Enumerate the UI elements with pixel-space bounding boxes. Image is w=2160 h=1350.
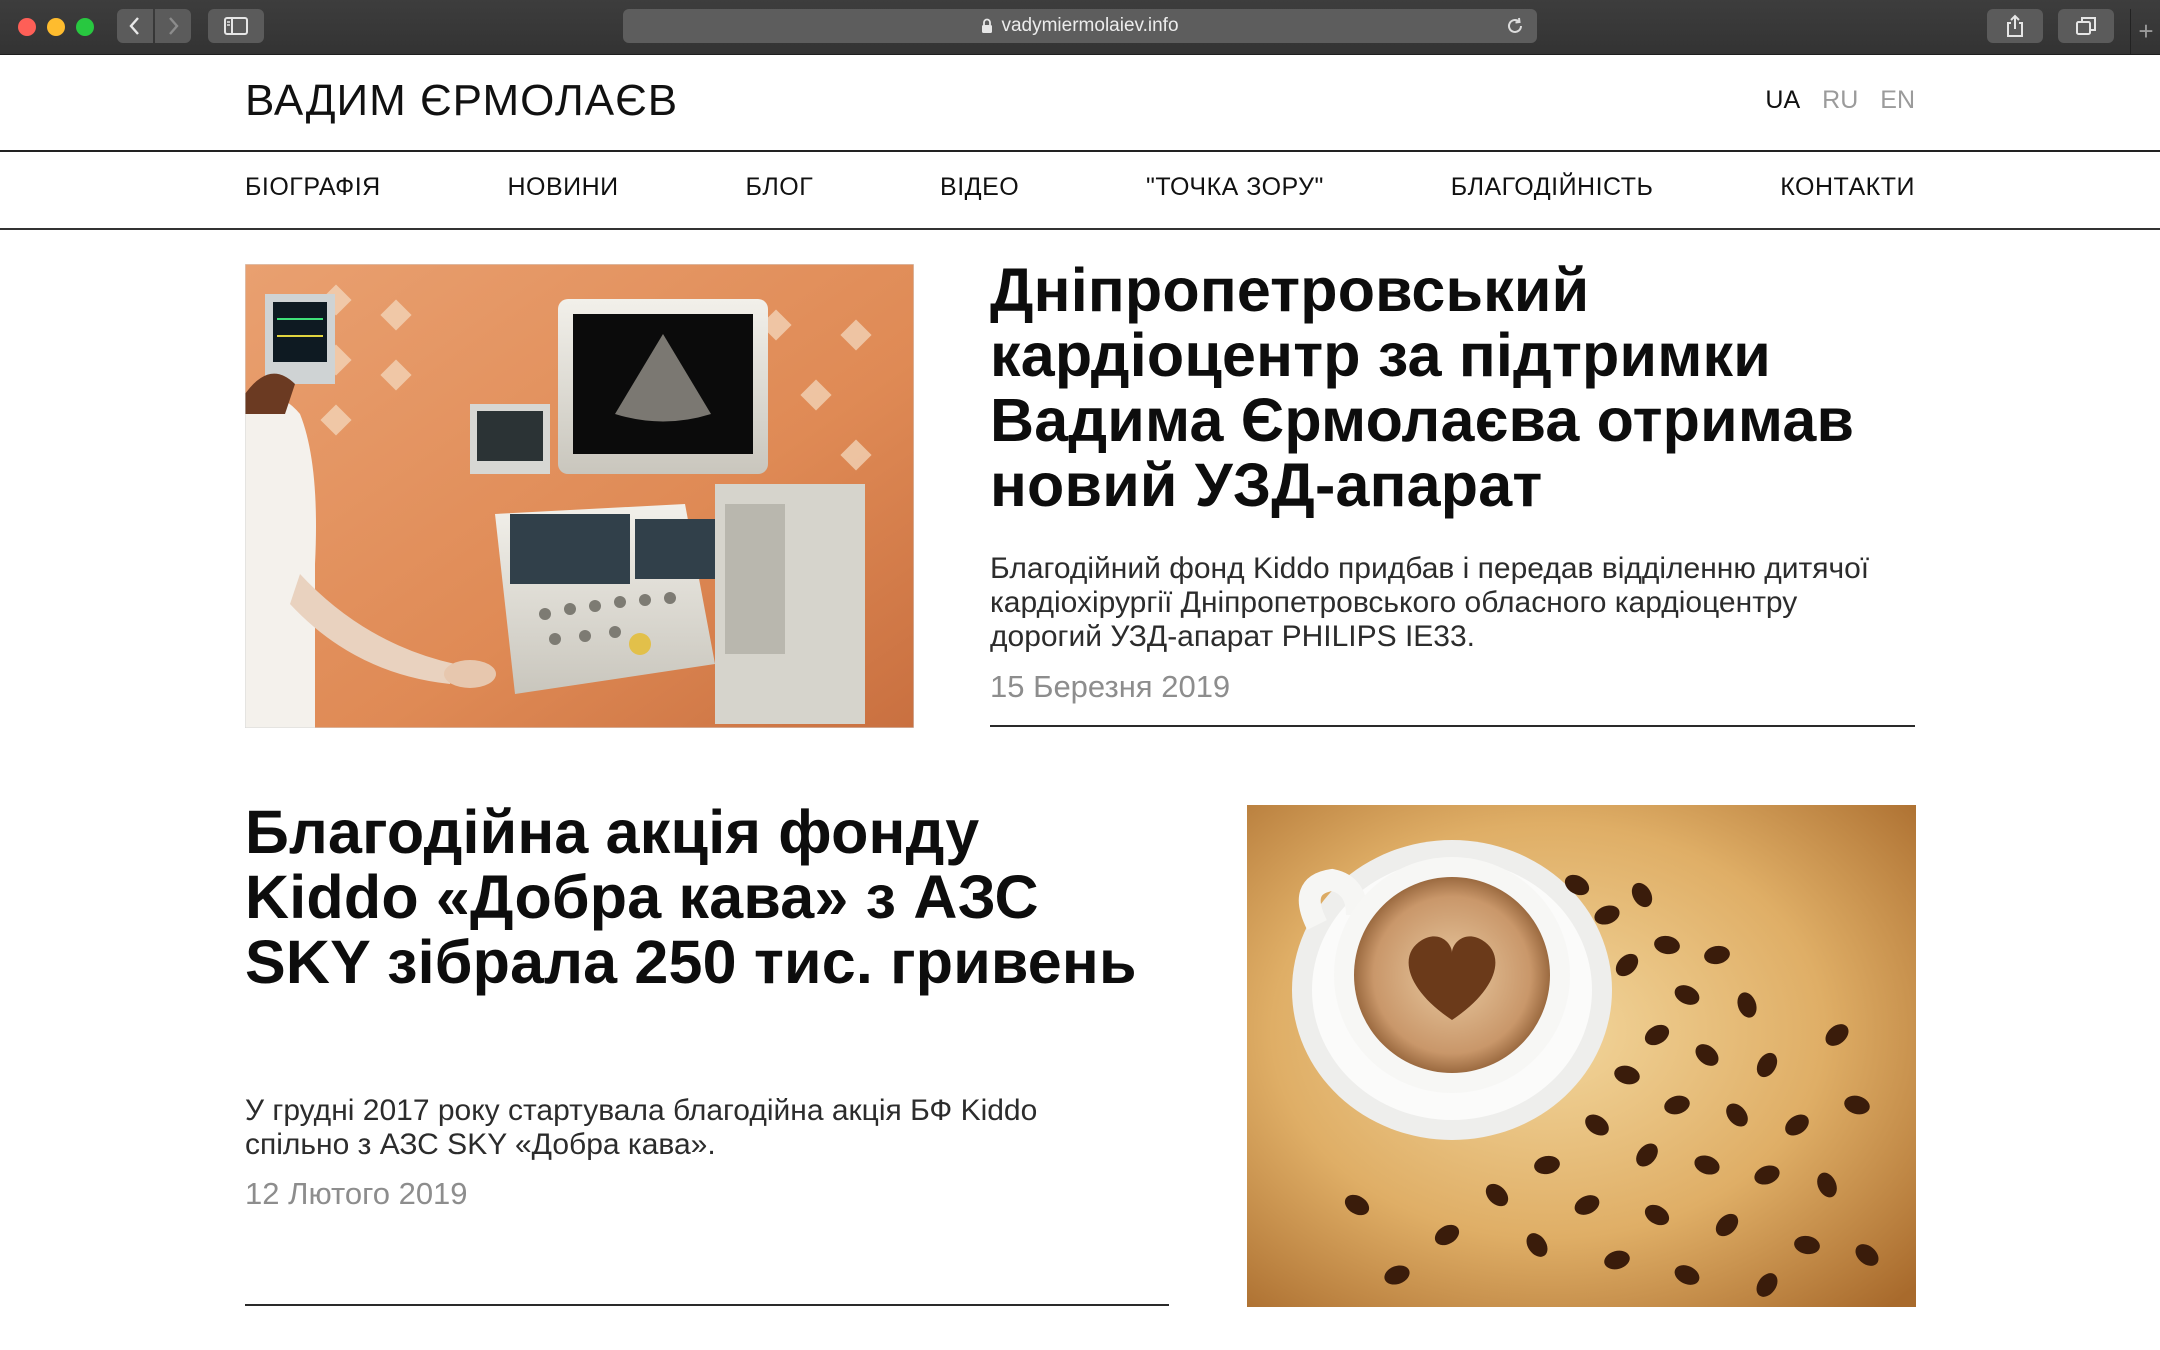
article-1-divider [990, 725, 1915, 727]
main-menu: БІОГРАФІЯ НОВИНИ БЛОГ ВІДЕО "ТОЧКА ЗОРУ"… [245, 173, 1915, 202]
menu-item-charity[interactable]: БЛАГОДІЙНІСТЬ [1451, 173, 1654, 202]
menu-item-video[interactable]: ВІДЕО [940, 173, 1019, 202]
article-2-divider [245, 1304, 1169, 1306]
coffee-cup-heart-photo [1247, 805, 1916, 1307]
article-1-title[interactable]: Дніпропетровський кардіоцентр за підтрим… [990, 258, 1920, 518]
forward-button[interactable] [155, 9, 191, 43]
zoom-window-button[interactable] [76, 18, 94, 36]
ultrasound-machine-photo [245, 264, 914, 728]
menu-item-contacts[interactable]: КОНТАКТИ [1780, 173, 1915, 202]
address-bar[interactable]: vadymiermolaiev.info [623, 9, 1537, 43]
article-1-date: 15 Березня 2019 [990, 669, 1231, 704]
language-switcher: UA RU EN [1765, 86, 1915, 115]
lang-en[interactable]: EN [1880, 86, 1915, 115]
article-1-image[interactable] [245, 264, 914, 728]
sidebar-toggle-button[interactable] [208, 9, 264, 43]
browser-toolbar: vadymiermolaiev.info + [0, 0, 2160, 55]
back-button[interactable] [117, 9, 153, 43]
site-title[interactable]: ВАДИМ ЄРМОЛАЄВ [245, 76, 678, 126]
sidebar-icon [224, 17, 248, 35]
lang-ru[interactable]: RU [1822, 86, 1858, 115]
plus-icon: + [2138, 16, 2154, 46]
lock-icon [981, 18, 993, 34]
article-2-title[interactable]: Благодійна акція фонду Kiddo «Добра кава… [245, 800, 1145, 995]
article-2-excerpt: У грудні 2017 року стартувала благодійна… [245, 1094, 1038, 1161]
minimize-window-button[interactable] [47, 18, 65, 36]
header-divider [0, 150, 2160, 152]
menu-item-point-of-view[interactable]: "ТОЧКА ЗОРУ" [1146, 173, 1324, 202]
menu-item-blog[interactable]: БЛОГ [745, 173, 813, 202]
article-2-date: 12 Лютого 2019 [245, 1176, 468, 1211]
address-bar-url: vadymiermolaiev.info [1001, 15, 1179, 36]
chevron-right-icon [169, 17, 179, 35]
close-window-button[interactable] [18, 18, 36, 36]
new-tab-button[interactable]: + [2130, 9, 2160, 54]
article-1-excerpt: Благодійний фонд Kiddo придбав і передав… [990, 552, 1870, 653]
share-icon [2007, 14, 2023, 37]
menu-item-news[interactable]: НОВИНИ [507, 173, 618, 202]
tabs-icon [2076, 17, 2096, 35]
reload-icon[interactable] [1505, 16, 1525, 42]
tab-overview-button[interactable] [2058, 9, 2114, 43]
menu-item-biography[interactable]: БІОГРАФІЯ [245, 173, 381, 202]
share-button[interactable] [1987, 9, 2043, 43]
chevron-left-icon [129, 17, 139, 35]
lang-ua[interactable]: UA [1765, 86, 1800, 115]
menu-divider [0, 228, 2160, 230]
article-2-image[interactable] [1247, 805, 1916, 1307]
